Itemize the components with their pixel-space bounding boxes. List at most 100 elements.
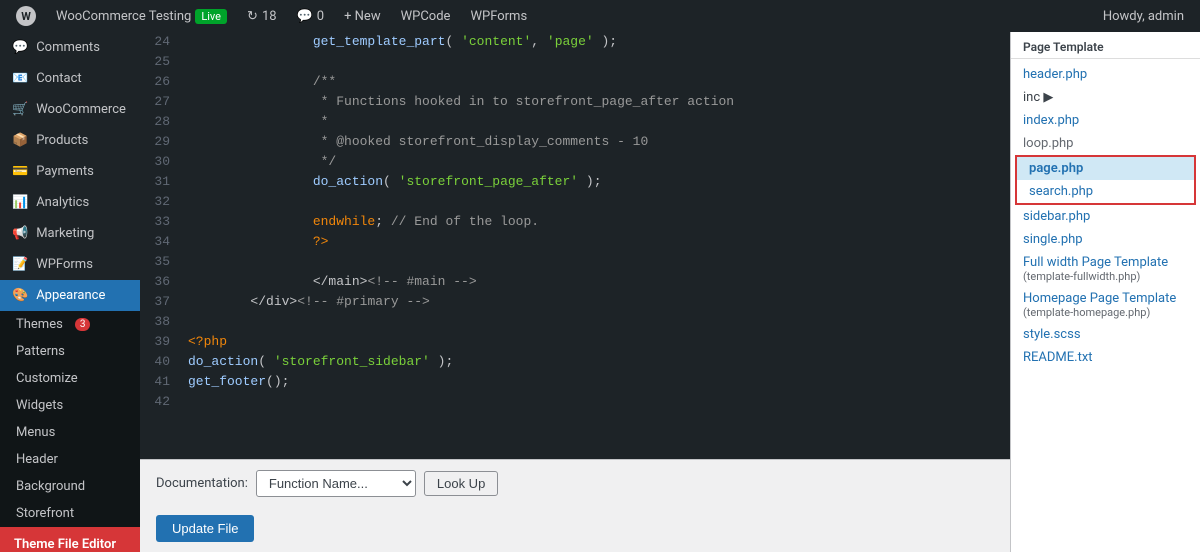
sidebar-label-analytics: Analytics — [36, 195, 89, 210]
contact-icon: 📧 — [12, 71, 28, 86]
themes-label: Themes — [16, 317, 63, 332]
admin-bar-site[interactable]: WooCommerce Testing Live — [48, 0, 235, 32]
sidebar-item-products[interactable]: 📦 Products — [0, 125, 140, 156]
line-num-28: 28 — [140, 112, 180, 132]
analytics-icon: 📊 — [12, 195, 28, 210]
line-content-24: get_template_part( 'content', 'page' ); — [180, 32, 1010, 52]
lookup-button[interactable]: Look Up — [424, 471, 498, 496]
update-file-button[interactable]: Update File — [156, 515, 254, 542]
sidebar-subitem-storefront[interactable]: Storefront — [0, 500, 140, 527]
comment-icon: 💬 — [297, 9, 313, 24]
admin-bar-logo[interactable]: W — [8, 0, 44, 32]
file-item-homepage[interactable]: Homepage Page Template (template-homepag… — [1011, 287, 1200, 323]
sidebar-label-payments: Payments — [36, 164, 94, 179]
sidebar-subitem-background[interactable]: Background — [0, 473, 140, 500]
file-item-full-width[interactable]: Full width Page Template (template-fullw… — [1011, 251, 1200, 287]
line-num-35: 35 — [140, 252, 180, 272]
sidebar-item-wpforms[interactable]: 📝 WPForms — [0, 249, 140, 280]
sidebar-subitem-widgets[interactable]: Widgets — [0, 392, 140, 419]
line-num-32: 32 — [140, 192, 180, 212]
line-content-36: </main><!-- #main --> — [180, 272, 1010, 292]
code-editor[interactable]: 24 get_template_part( 'content', 'page' … — [140, 32, 1010, 459]
products-icon: 📦 — [12, 133, 28, 148]
line-num-42: 42 — [140, 392, 180, 412]
file-item-sidebar-php[interactable]: sidebar.php — [1011, 205, 1200, 228]
line-content-38 — [180, 312, 1010, 332]
sidebar-subitem-menus[interactable]: Menus — [0, 419, 140, 446]
content-area: 24 get_template_part( 'content', 'page' … — [140, 32, 1200, 552]
line-content-39: <?php — [180, 332, 1010, 352]
code-line-26: 26 /** — [140, 72, 1010, 92]
sidebar-subitem-patterns[interactable]: Patterns — [0, 338, 140, 365]
code-line-37: 37 </div><!-- #primary --> — [140, 292, 1010, 312]
sidebar-subitem-header[interactable]: Header — [0, 446, 140, 473]
sidebar-item-comments[interactable]: 💬 Comments — [0, 32, 140, 63]
theme-file-editor-label: Theme File Editor — [14, 537, 116, 552]
admin-bar-counter[interactable]: ↻ 18 — [239, 0, 285, 32]
file-item-header-php[interactable]: header.php — [1011, 63, 1200, 86]
file-item-index-php[interactable]: index.php — [1011, 109, 1200, 132]
file-item-single-php[interactable]: single.php — [1011, 228, 1200, 251]
line-content-42 — [180, 392, 1010, 412]
sidebar-label-wpforms: WPForms — [36, 257, 93, 272]
appearance-icon: 🎨 — [12, 288, 28, 303]
file-item-style-scss[interactable]: style.scss — [1011, 323, 1200, 346]
code-line-32: 32 — [140, 192, 1010, 212]
full-width-template-sub: (template-fullwidth.php) — [1023, 270, 1188, 283]
file-item-loop-php[interactable]: loop.php — [1011, 132, 1200, 155]
sidebar-subitem-themes[interactable]: Themes 3 — [0, 311, 140, 338]
sidebar-label-appearance: Appearance — [36, 288, 105, 303]
code-line-25: 25 — [140, 52, 1010, 72]
code-line-39: 39 <?php — [140, 332, 1010, 352]
file-item-inc[interactable]: inc ▶ — [1011, 86, 1200, 109]
sidebar-item-woocommerce[interactable]: 🛒 WooCommerce — [0, 94, 140, 125]
function-name-select[interactable]: Function Name... — [256, 470, 416, 497]
line-content-40: do_action( 'storefront_sidebar' ); — [180, 352, 1010, 372]
code-line-31: 31 do_action( 'storefront_page_after' ); — [140, 172, 1010, 192]
line-content-35 — [180, 252, 1010, 272]
sidebar-label-comments: Comments — [36, 40, 100, 55]
line-num-41: 41 — [140, 372, 180, 392]
sidebar-subitem-theme-file-editor[interactable]: Theme File Editor — [2, 529, 138, 552]
appearance-submenu: Themes 3 Patterns Customize Widgets Menu… — [0, 311, 140, 527]
line-content-41: get_footer(); — [180, 372, 1010, 392]
theme-file-editor-footer[interactable]: Theme File Editor — [0, 527, 140, 552]
editor-panel: 24 get_template_part( 'content', 'page' … — [140, 32, 1010, 552]
code-line-24: 24 get_template_part( 'content', 'page' … — [140, 32, 1010, 52]
highlighted-files-group: page.php search.php — [1015, 155, 1196, 205]
admin-bar-wpforms[interactable]: WPForms — [462, 0, 535, 32]
docs-label: Documentation: — [156, 476, 248, 491]
page-template-label: Page Template — [1011, 32, 1200, 59]
sidebar-subitem-customize[interactable]: Customize — [0, 365, 140, 392]
code-line-27: 27 * Functions hooked in to storefront_p… — [140, 92, 1010, 112]
wpforms-label: WPForms — [470, 9, 527, 24]
sidebar-item-analytics[interactable]: 📊 Analytics — [0, 187, 140, 218]
admin-bar-new[interactable]: + New — [336, 0, 389, 32]
howdy-text: Howdy, admin — [1103, 9, 1184, 24]
admin-bar-wpcode[interactable]: WPCode — [393, 0, 459, 32]
sidebar-item-payments[interactable]: 💳 Payments — [0, 156, 140, 187]
patterns-label: Patterns — [16, 344, 65, 359]
counter-value: 18 — [262, 9, 277, 24]
admin-bar-howdy[interactable]: Howdy, admin — [1095, 0, 1192, 32]
file-item-search-php[interactable]: search.php — [1017, 180, 1194, 203]
sidebar-item-contact[interactable]: 📧 Contact — [0, 63, 140, 94]
update-row: Update File — [140, 507, 1010, 552]
line-num-30: 30 — [140, 152, 180, 172]
file-panel: Page Template header.php inc ▶ index.php… — [1010, 32, 1200, 552]
sidebar-item-marketing[interactable]: 📢 Marketing — [0, 218, 140, 249]
line-content-28: * — [180, 112, 1010, 132]
full-width-template-name: Full width Page Template — [1023, 255, 1188, 270]
wpforms-sidebar-icon: 📝 — [12, 257, 28, 272]
admin-bar-comments[interactable]: 💬 0 — [289, 0, 333, 32]
line-num-40: 40 — [140, 352, 180, 372]
sidebar-item-appearance[interactable]: 🎨 Appearance — [0, 280, 140, 311]
file-item-page-php[interactable]: page.php — [1017, 157, 1194, 180]
line-num-34: 34 — [140, 232, 180, 252]
code-line-29: 29 * @hooked storefront_display_comments… — [140, 132, 1010, 152]
file-item-readme[interactable]: README.txt — [1011, 346, 1200, 369]
widgets-label: Widgets — [16, 398, 63, 413]
code-line-36: 36 </main><!-- #main --> — [140, 272, 1010, 292]
line-content-27: * Functions hooked in to storefront_page… — [180, 92, 1010, 112]
line-num-24: 24 — [140, 32, 180, 52]
